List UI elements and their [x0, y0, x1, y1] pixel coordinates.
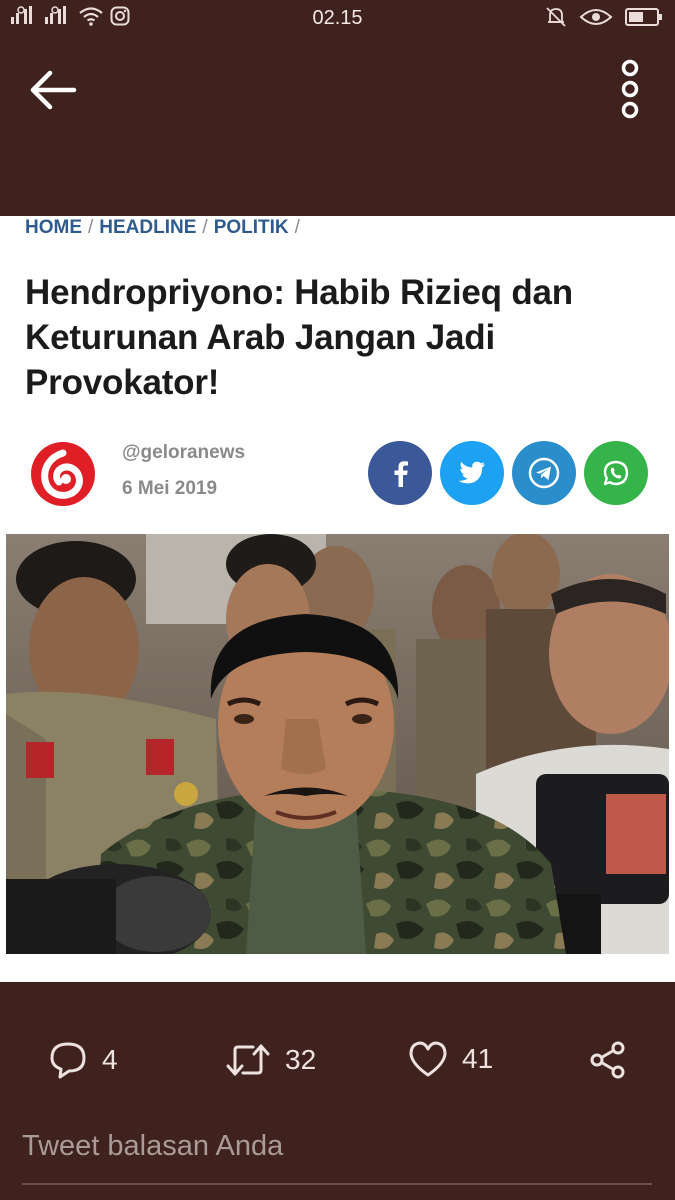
- breadcrumb-politik[interactable]: POLITIK: [214, 217, 289, 238]
- retweet-count: 32: [285, 1044, 317, 1075]
- like-count: 41: [462, 1043, 494, 1074]
- breadcrumb-separator: /: [294, 217, 300, 238]
- app-bar: [0, 36, 675, 216]
- breadcrumb-headline[interactable]: HEADLINE: [99, 217, 196, 238]
- breadcrumb-separator: /: [202, 217, 208, 238]
- reply-icon: [50, 1042, 86, 1079]
- publish-date: 6 Mei 2019: [122, 478, 218, 499]
- article-card[interactable]: HOME / HEADLINE / POLITIK / Hendropriyono: Ha…: [0, 216, 675, 982]
- breadcrumb-separator: /: [88, 217, 94, 238]
- reply-count: 4: [102, 1044, 118, 1075]
- breadcrumb: HOME / HEADLINE / POLITIK /: [25, 217, 306, 239]
- breadcrumb-home[interactable]: HOME: [25, 217, 82, 238]
- arrow-left-icon: [30, 70, 77, 110]
- facebook-icon: [394, 461, 408, 487]
- back-button[interactable]: [28, 68, 80, 112]
- article-title[interactable]: Hendropriyono: Habib Rizieq dan Keturuna…: [25, 270, 655, 405]
- status-icons-right: [545, 6, 663, 28]
- telegram-icon: [528, 457, 560, 489]
- author-handle[interactable]: @geloranews: [122, 442, 245, 464]
- reply-button[interactable]: 4: [48, 1040, 118, 1080]
- share-telegram-button[interactable]: [512, 441, 576, 505]
- article-photo[interactable]: [6, 534, 669, 954]
- eye-icon: [579, 9, 613, 25]
- twitter-icon: [458, 461, 485, 484]
- gelora-logo[interactable]: [30, 441, 96, 507]
- whatsapp-icon: [603, 460, 629, 486]
- heart-icon: [409, 1041, 447, 1077]
- share-whatsapp-button[interactable]: [584, 441, 648, 505]
- retweet-button[interactable]: 32: [225, 1040, 316, 1080]
- more-options-button[interactable]: [615, 58, 645, 120]
- share-facebook-button[interactable]: [368, 441, 432, 505]
- share-button[interactable]: [588, 1040, 628, 1080]
- tweet-actions-bar: 4 32 41: [0, 1020, 675, 1100]
- share-twitter-button[interactable]: [440, 441, 504, 505]
- status-bar: 02.15: [0, 0, 675, 36]
- mute-icon: [546, 7, 566, 27]
- reply-input-underline: [22, 1183, 652, 1185]
- battery-icon: [625, 8, 662, 26]
- reply-input[interactable]: Tweet balasan Anda: [22, 1130, 652, 1170]
- retweet-icon: [226, 1044, 270, 1076]
- like-button[interactable]: 41: [408, 1040, 493, 1078]
- more-vertical-icon: [621, 59, 639, 119]
- share-icon: [590, 1041, 625, 1079]
